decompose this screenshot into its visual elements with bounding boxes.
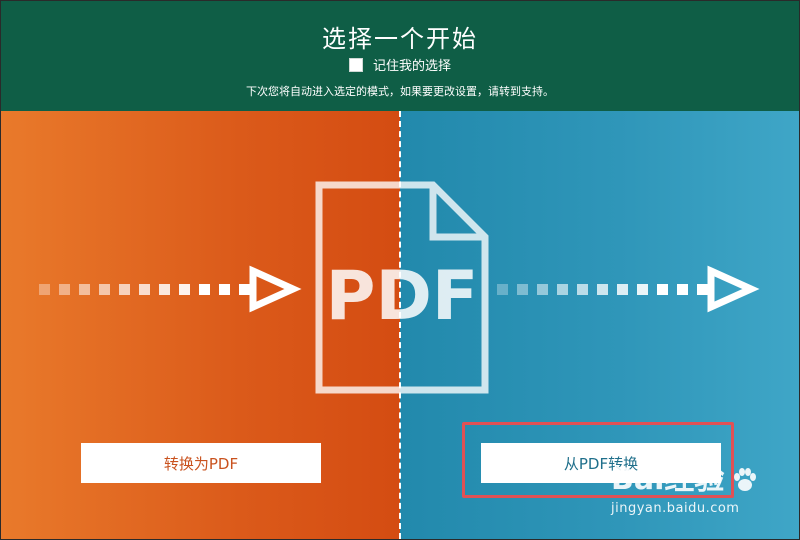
panel-divider <box>399 111 401 539</box>
paw-icon <box>734 468 757 491</box>
watermark-url: jingyan.baidu.com <box>611 501 740 516</box>
page-title: 选择一个开始 <box>322 25 478 53</box>
mode-note: 下次您将自动进入选定的模式，如果要更改设置，请转到支持。 <box>246 85 554 98</box>
app-window: 选择一个开始 记住我的选择 下次您将自动进入选定的模式，如果要更改设置，请转到支… <box>0 0 800 540</box>
watermark: Bai经验 jingyan.baidu.com <box>611 463 760 517</box>
remember-label: 记住我的选择 <box>372 59 451 74</box>
header: 选择一个开始 记住我的选择 下次您将自动进入选定的模式，如果要更改设置，请转到支… <box>1 1 799 111</box>
convert-to-pdf-button[interactable]: 转换为PDF <box>81 443 321 483</box>
remember-choice[interactable]: 记住我的选择 <box>1 55 799 74</box>
watermark-brand: Bai经验 <box>611 462 725 497</box>
watermark-logo: Bai经验 <box>611 463 760 497</box>
remember-checkbox[interactable] <box>348 57 363 72</box>
